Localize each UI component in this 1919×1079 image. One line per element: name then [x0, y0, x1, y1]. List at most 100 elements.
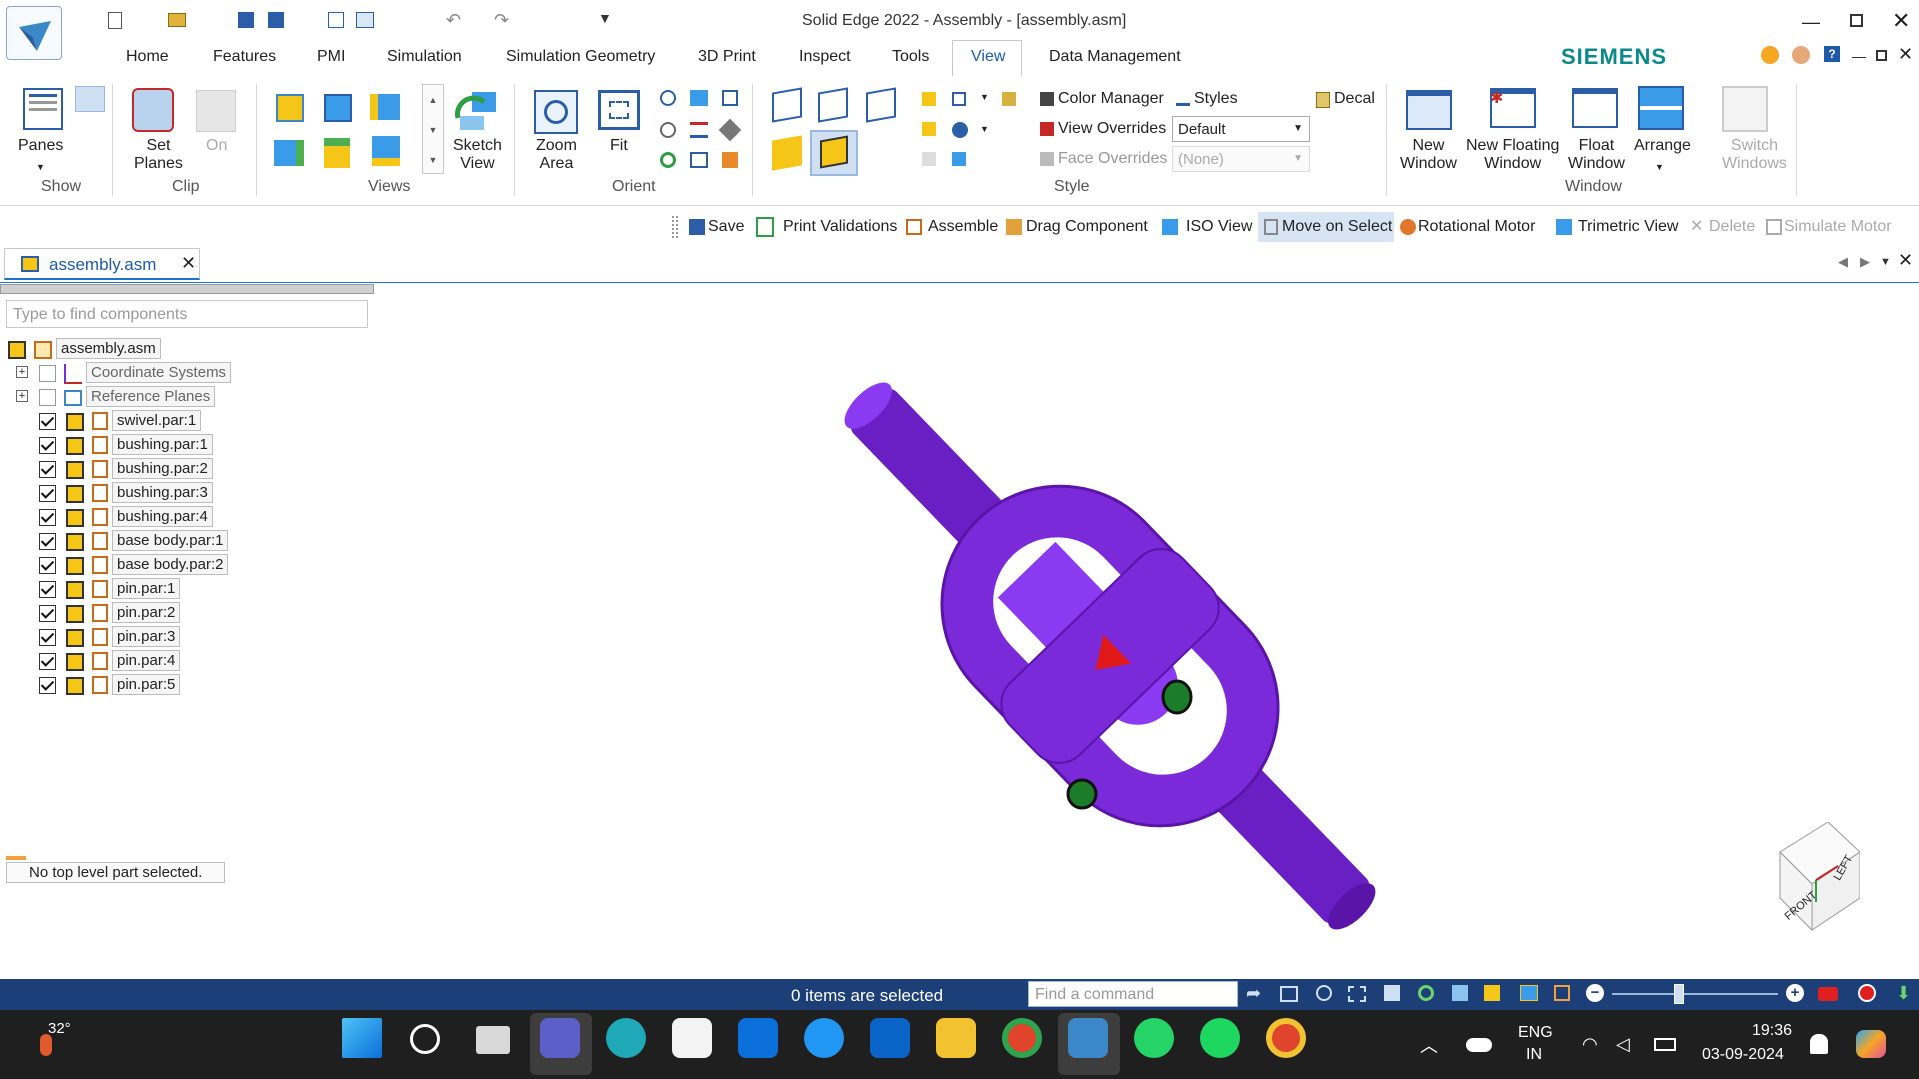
open-file-icon[interactable]	[168, 13, 186, 27]
doc-restore-button[interactable]	[1876, 50, 1887, 61]
visibility-checkbox[interactable]	[39, 413, 56, 430]
myhp-icon[interactable]	[738, 1018, 778, 1058]
shaded-edges-cube-icon[interactable]	[820, 135, 848, 169]
document-tab[interactable]: assembly.asm ✕	[4, 248, 200, 280]
switch-windows-button[interactable]: Switch Windows	[1722, 137, 1787, 173]
clock-date[interactable]: 03-09-2024	[1702, 1046, 1784, 1064]
spin-small-icon[interactable]	[1452, 985, 1468, 1001]
cmd-iso-view[interactable]: ISO View	[1186, 212, 1252, 242]
new-floating-window-button[interactable]: New Floating Window	[1466, 137, 1559, 173]
style-small-icon-2[interactable]	[952, 92, 966, 106]
undo-icon[interactable]: ↶	[446, 10, 461, 31]
named-view-icon[interactable]	[690, 152, 708, 168]
tab-list-icon[interactable]: ▼	[1880, 256, 1891, 268]
minimize-button[interactable]: —	[1802, 12, 1820, 33]
zoom-area-small-icon[interactable]	[1280, 986, 1298, 1002]
color-manager-button[interactable]: Color Manager	[1058, 90, 1164, 108]
zoom-area-button[interactable]: Zoom Area	[536, 137, 577, 173]
fit-icon[interactable]	[598, 90, 640, 130]
search-icon[interactable]	[410, 1024, 440, 1054]
style-small-icon-4[interactable]	[922, 122, 936, 136]
look-at-icon[interactable]	[722, 152, 738, 168]
visibility-checkbox[interactable]	[39, 629, 56, 646]
tab-inspect[interactable]: Inspect	[799, 48, 851, 66]
teams-icon[interactable]	[540, 1018, 580, 1058]
tab-home[interactable]: Home	[126, 48, 169, 66]
cmd-trimetric-view[interactable]: Trimetric View	[1578, 212, 1678, 242]
notification-bell-icon[interactable]	[1810, 1034, 1828, 1054]
panes-icon[interactable]	[23, 88, 63, 130]
app-logo[interactable]	[6, 6, 62, 60]
redo-icon[interactable]: ↷	[494, 10, 509, 31]
frown-icon[interactable]	[1792, 46, 1810, 64]
doc-close-button[interactable]: ✕	[1898, 44, 1913, 65]
set-planes-button[interactable]: Set Planes	[134, 137, 183, 173]
view-icon-5[interactable]	[324, 138, 350, 168]
window-copy-icon[interactable]	[722, 90, 738, 106]
clip-on-icon[interactable]	[196, 90, 236, 132]
cmd-simulate-motor[interactable]: Simulate Motor	[1784, 212, 1892, 242]
face-overrides-select[interactable]: (None) ▼	[1172, 146, 1310, 172]
float-window-icon[interactable]	[1572, 88, 1618, 128]
visibility-checkbox[interactable]	[39, 581, 56, 598]
tab-data-management[interactable]: Data Management	[1049, 48, 1181, 66]
visibility-checkbox[interactable]	[39, 461, 56, 478]
zoom-out-icon[interactable]	[660, 122, 676, 138]
arrange-dropdown-icon[interactable]: ▼	[1655, 162, 1664, 172]
cmd-drag-component[interactable]: Drag Component	[1026, 212, 1148, 242]
help-icon[interactable]: ?	[1824, 46, 1840, 62]
fit-button[interactable]: Fit	[610, 137, 628, 155]
float-window-button[interactable]: Float Window	[1568, 137, 1625, 173]
view-overrides-icon[interactable]	[1040, 122, 1054, 136]
battery-icon[interactable]	[1654, 1038, 1676, 1051]
whatsapp-icon[interactable]	[1134, 1018, 1174, 1058]
view-icon-4[interactable]	[274, 140, 304, 166]
rotate-small-icon[interactable]	[1418, 985, 1434, 1001]
language-eng[interactable]: ENG	[1518, 1024, 1553, 1042]
style-small-icon-5[interactable]	[952, 122, 968, 138]
pathfinder-resize-handle[interactable]	[0, 284, 374, 294]
style-small-dropdown[interactable]: ▼	[980, 124, 989, 134]
new-floating-window-icon[interactable]: ✱	[1490, 88, 1536, 128]
orient-small-icon[interactable]	[1554, 985, 1570, 1001]
chrome-profile-icon[interactable]	[1266, 1018, 1306, 1058]
onedrive-icon[interactable]	[1466, 1038, 1492, 1052]
new-window-icon[interactable]	[1406, 90, 1452, 130]
help-app-icon[interactable]	[804, 1018, 844, 1058]
zoom-slider-track[interactable]	[1612, 993, 1778, 995]
close-button[interactable]: ✕	[1892, 8, 1910, 34]
visibility-checkbox[interactable]	[39, 365, 56, 382]
cmd-save[interactable]: Save	[708, 212, 744, 242]
store-icon[interactable]	[672, 1018, 712, 1058]
copilot-icon[interactable]	[1856, 1030, 1886, 1058]
shaded-cube-icon[interactable]	[772, 135, 802, 171]
youtube-icon[interactable]	[1818, 987, 1838, 1001]
close-tab-icon[interactable]: ✕	[181, 253, 196, 274]
view-overrides-select[interactable]: Default ▼	[1172, 116, 1310, 142]
find-command-input[interactable]: Find a command	[1028, 981, 1238, 1007]
new-file-icon[interactable]	[108, 12, 122, 29]
pane-toggle-icon[interactable]	[75, 86, 105, 112]
visibility-checkbox[interactable]	[39, 533, 56, 550]
sketch-view-icon[interactable]	[454, 88, 500, 132]
zoom-icon[interactable]	[660, 90, 676, 106]
start-icon[interactable]	[342, 1018, 382, 1058]
weather-temp[interactable]: 32°	[48, 1020, 71, 1037]
cmd-move-on-select[interactable]: Move on Select	[1282, 212, 1392, 242]
chrome-icon[interactable]	[1002, 1018, 1042, 1058]
new-window-button[interactable]: New Window	[1400, 137, 1457, 173]
outlook-icon[interactable]	[870, 1018, 910, 1058]
download-icon[interactable]: ⬇	[1896, 983, 1911, 1004]
visibility-checkbox[interactable]	[39, 605, 56, 622]
visibility-checkbox[interactable]	[39, 677, 56, 694]
language-in[interactable]: IN	[1526, 1046, 1542, 1064]
visibility-checkbox[interactable]	[39, 437, 56, 454]
visible-edges-cube-icon[interactable]	[818, 87, 848, 123]
cmd-delete[interactable]: Delete	[1709, 212, 1755, 242]
arrow-icon[interactable]: ➦	[1246, 983, 1261, 1004]
task-view-icon[interactable]	[476, 1026, 510, 1054]
tab-simulation[interactable]: Simulation	[387, 48, 462, 66]
tab-pmi[interactable]: PMI	[317, 48, 345, 66]
smile-icon[interactable]	[1761, 46, 1779, 64]
hidden-edges-cube-icon[interactable]	[866, 87, 896, 123]
